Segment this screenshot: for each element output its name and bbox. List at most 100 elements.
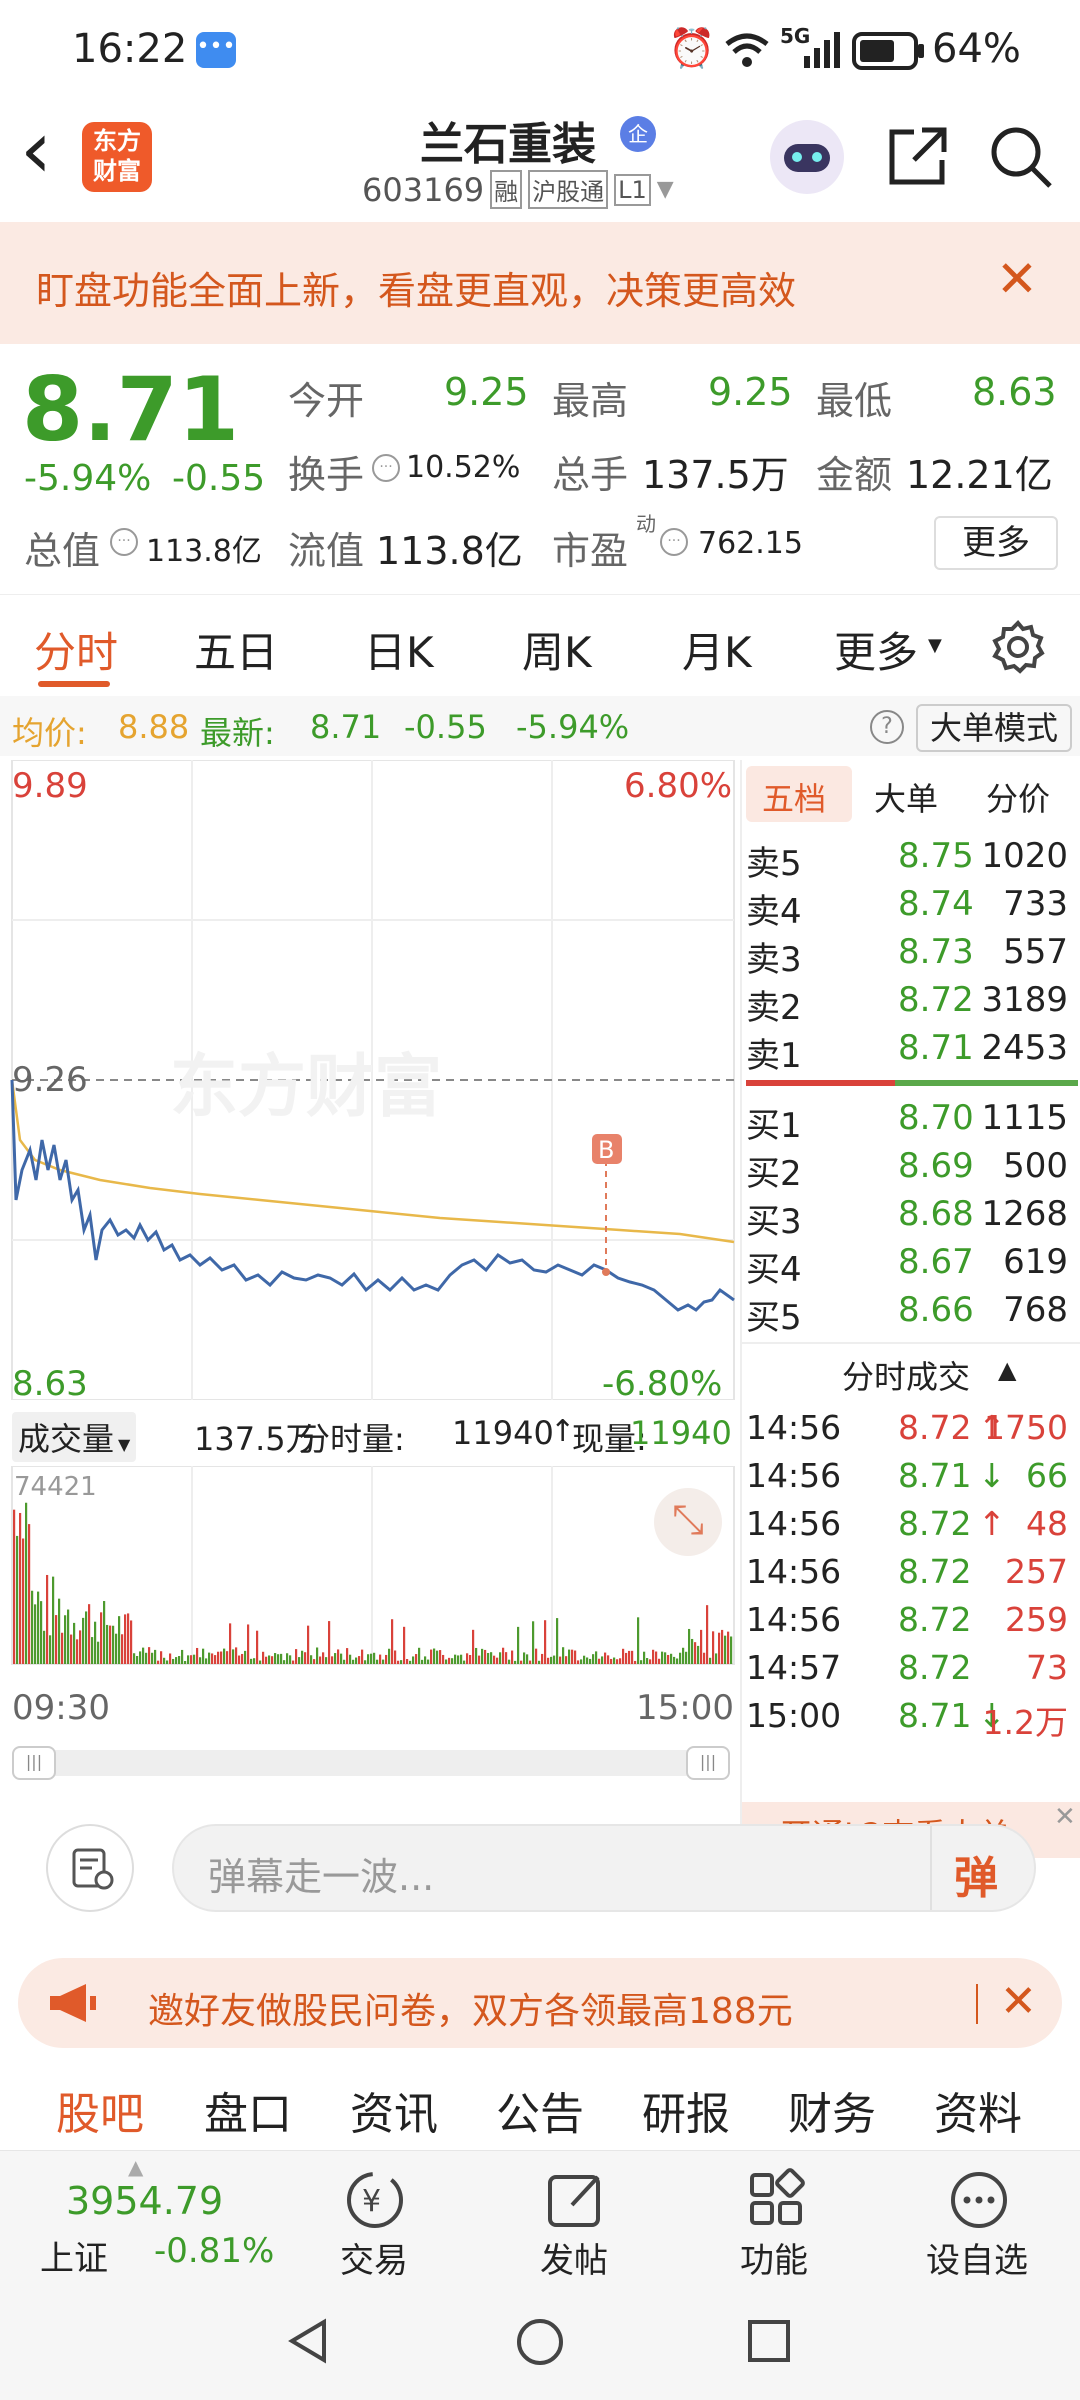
logo-line-1: 东方 [93, 127, 141, 155]
volume-bar [325, 1657, 328, 1664]
info-icon[interactable]: ··· [110, 528, 138, 556]
tab-monthly-k[interactable]: 月K [682, 619, 752, 680]
volume-bar [706, 1605, 709, 1664]
ask-row[interactable]: 卖3 8.73 557 [742, 928, 1072, 980]
ask-row[interactable]: 卖5 8.75 1020 [742, 832, 1072, 884]
tab-daily-k[interactable]: 日K [364, 619, 434, 680]
volume-bar [385, 1654, 388, 1664]
bid-row[interactable]: 买5 8.66 768 [742, 1286, 1072, 1338]
invite-banner[interactable]: 邀好友做股民问卷，双方各领最高188元 ✕ [18, 1958, 1062, 2048]
tab-weekly-k[interactable]: 周K [522, 619, 592, 680]
robot-assistant-icon[interactable] [770, 120, 844, 194]
big-order-mode-button[interactable]: 大单模式 [916, 704, 1072, 752]
tab-news[interactable]: 资讯 [350, 2078, 438, 2142]
search-icon[interactable] [988, 124, 1054, 190]
bid-row[interactable]: 买1 8.70 1115 [742, 1094, 1072, 1146]
back-triangle-icon[interactable] [284, 2316, 334, 2366]
danmu-settings-icon[interactable] [46, 1824, 134, 1912]
open-label: 今开 [288, 379, 365, 423]
sort-up-icon[interactable]: ▲ [998, 1356, 1016, 1384]
watermark-text: 东方财富 [170, 1048, 442, 1127]
tab-research[interactable]: 研报 [642, 2078, 730, 2142]
danmu-send-button[interactable]: 弹 [954, 1842, 998, 1906]
settings-gear-icon[interactable] [990, 619, 1046, 675]
bid-row[interactable]: 买3 8.68 1268 [742, 1190, 1072, 1242]
bid-row[interactable]: 买4 8.67 619 [742, 1238, 1072, 1290]
volume-bar [433, 1648, 436, 1664]
eastmoney-logo[interactable]: 东方 财富 [82, 122, 152, 192]
volume-bar [421, 1659, 424, 1664]
price-chart[interactable]: 东方财富 B [0, 760, 738, 1400]
volume-chart[interactable] [0, 1466, 738, 1666]
scroll-handle-left[interactable]: ||| [12, 1746, 56, 1780]
volume-bar [598, 1658, 601, 1664]
level-tag: L1 [614, 173, 651, 206]
volume-bar [361, 1649, 364, 1664]
home-circle-icon[interactable] [514, 2316, 566, 2368]
ask-row[interactable]: 卖1 8.71 2453 [742, 1024, 1072, 1076]
order-book-panel: 五档 大单 分价 卖5 8.75 1020 卖4 8.74 733 卖3 8.73 557 … [740, 760, 1080, 1860]
volume-bar [553, 1655, 556, 1664]
bid-row[interactable]: 买2 8.69 500 [742, 1142, 1072, 1194]
tab-profile[interactable]: 资料 [934, 2078, 1022, 2142]
ask-row[interactable]: 卖4 8.74 733 [742, 880, 1072, 932]
back-button[interactable]: ‹ [20, 110, 52, 190]
volume-bar [88, 1604, 91, 1664]
volume-bar [160, 1651, 163, 1664]
tab-forum[interactable]: 股吧 [56, 2078, 144, 2142]
volume-bar [46, 1574, 49, 1664]
scroll-handle-right[interactable]: ||| [686, 1746, 730, 1780]
volume-bar [31, 1590, 34, 1664]
more-button[interactable]: 更多 [934, 516, 1058, 570]
volume-bar [439, 1650, 442, 1664]
ask-row[interactable]: 卖2 8.72 3189 [742, 976, 1072, 1028]
tab-financials[interactable]: 财务 [788, 2078, 876, 2142]
volume-bar [661, 1651, 664, 1664]
recents-square-icon[interactable] [744, 2316, 794, 2366]
tab-five-day[interactable]: 五日 [194, 619, 278, 680]
bid-price: 8.67 [898, 1242, 974, 1282]
ask-level: 卖1 [746, 1036, 802, 1076]
tab-price-volume[interactable]: 分价 [986, 774, 1050, 820]
volume-bar [16, 1535, 19, 1664]
volume-bar [622, 1648, 625, 1664]
trade-ticks-title[interactable]: 分时成交 [842, 1352, 970, 1398]
volume-bar [715, 1653, 718, 1664]
volume-bar [25, 1502, 28, 1664]
nav-post[interactable]: 发帖 [518, 2151, 638, 2283]
bid-level: 买3 [746, 1202, 802, 1242]
info-icon[interactable]: ··· [372, 454, 400, 482]
feature-banner[interactable]: 盯盘功能全面上新，看盘更直观，决策更高效 ✕ [0, 222, 1080, 344]
expand-icon[interactable]: ⤡ [654, 1488, 722, 1556]
volume-bar [253, 1658, 256, 1664]
time-range-scrollbar[interactable] [12, 1750, 730, 1776]
close-icon[interactable]: ✕ [1000, 1976, 1037, 2027]
nav-features[interactable]: 功能 [718, 2151, 838, 2283]
volume-dropdown[interactable]: 成交量 ▼ [12, 1412, 137, 1462]
bid-level: 买4 [746, 1250, 802, 1290]
tab-announcements[interactable]: 公告 [496, 2078, 584, 2142]
volume-bar [709, 1657, 712, 1664]
help-icon[interactable]: ? [870, 710, 904, 744]
volume-bar [58, 1598, 61, 1664]
nav-trade[interactable]: ¥ 交易 [318, 2151, 438, 2283]
stock-code-row[interactable]: 603169 融 沪股通 L1 ▼ [362, 170, 674, 209]
volume-bar [94, 1621, 97, 1664]
share-icon[interactable] [884, 124, 950, 190]
nav-add-watchlist[interactable]: 设自选 [910, 2151, 1050, 2283]
volume-bar [379, 1654, 382, 1664]
volume-bar [175, 1657, 178, 1664]
tab-more[interactable]: 更多 [834, 619, 918, 680]
tab-intraday[interactable]: 分时 [34, 619, 118, 680]
index-ticker[interactable]: ▲ 3954.79 上证 -0.81% [0, 2151, 290, 2283]
ask-price: 8.75 [898, 836, 974, 876]
amount-label: 金额 [816, 453, 893, 497]
tab-order-book[interactable]: 盘口 [204, 2078, 292, 2142]
volume-bar [316, 1647, 319, 1664]
danmu-input[interactable]: 弹幕走一波... 弹 [172, 1824, 1036, 1912]
ask-price: 8.71 [898, 1028, 974, 1068]
close-icon[interactable]: ✕ [996, 250, 1038, 308]
tab-five-level[interactable]: 五档 [762, 774, 826, 820]
tab-big-orders[interactable]: 大单 [874, 774, 938, 820]
info-icon[interactable]: ··· [660, 528, 688, 556]
